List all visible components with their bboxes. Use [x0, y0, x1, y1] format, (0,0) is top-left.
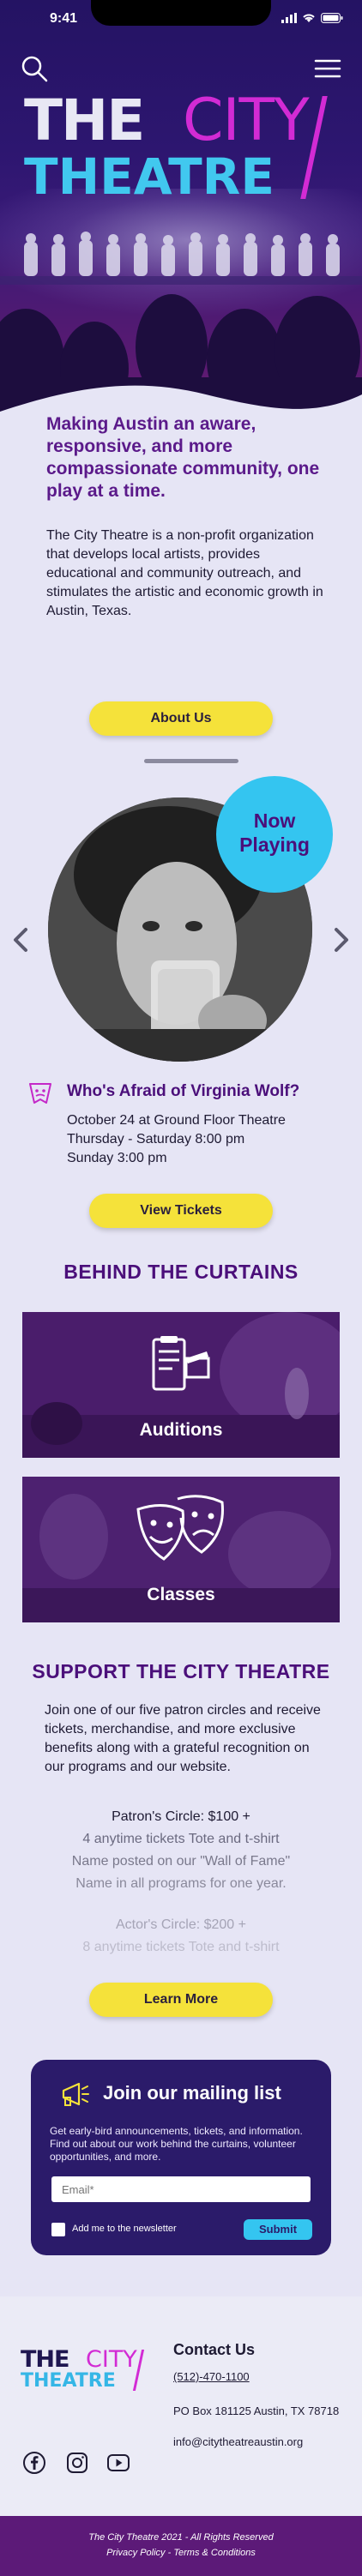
legal-links[interactable]: Privacy Policy - Terms & Conditions [0, 2545, 362, 2561]
phone-link[interactable]: (512)-470-1100 [173, 2370, 250, 2383]
submit-button[interactable]: Submit [244, 2219, 312, 2240]
search-icon[interactable] [19, 53, 50, 84]
signal-icon [281, 13, 297, 23]
megaphone-icon [62, 2082, 89, 2106]
instagram-icon[interactable] [65, 2451, 89, 2475]
auditions-label: Auditions [139, 1420, 223, 1440]
patron-circle-benefit: 4 anytime tickets Tote and t-shirt [82, 1832, 280, 1846]
learn-more-button[interactable]: Learn More [89, 1983, 273, 2017]
status-bar: 9:41 [0, 0, 362, 39]
youtube-icon[interactable] [106, 2451, 130, 2475]
now-playing-line2: Playing [239, 834, 310, 856]
support-text: Join one of our five patron circles and … [45, 1703, 321, 1774]
chevron-left-icon[interactable] [5, 924, 36, 955]
now-playing-badge: Now Playing [216, 776, 333, 893]
show-title: Who's Afraid of Virginia Wolf? [67, 1082, 300, 1100]
email-link[interactable]: info@citytheatreaustin.org [173, 2435, 303, 2448]
classes-label: Classes [147, 1585, 215, 1604]
about-us-button[interactable]: About Us [89, 701, 273, 736]
show-detail-weekdays: Thursday - Saturday 8:00 pm [67, 1132, 245, 1147]
mission-heading: Making Austin an aware, responsive, and … [46, 414, 320, 501]
mailing-list-box: Join our mailing list Get early-bird ann… [31, 2060, 331, 2255]
status-time: 9:41 [50, 11, 78, 26]
logo-the: THE [24, 87, 145, 153]
support-title: SUPPORT THE CITY THEATRE [32, 1660, 330, 1682]
patron-circles-list: Patron's Circle: $100 + 4 anytime ticket… [26, 1806, 336, 1959]
copyright-text: The City Theatre 2021 - All Rights Reser… [88, 2532, 274, 2543]
actor-circle-name: Actor's Circle: $200 + [115, 1917, 246, 1932]
newsletter-checkbox[interactable] [51, 2223, 65, 2236]
classes-card[interactable]: Classes [22, 1477, 340, 1622]
wifi-icon [303, 14, 315, 22]
copyright-bar: The City Theatre 2021 - All Rights Reser… [0, 2516, 362, 2576]
theatre-masks-icon [136, 1495, 224, 1561]
city-theatre-logo[interactable]: THE CITY THEATRE [24, 87, 350, 213]
chevron-right-icon[interactable] [326, 924, 357, 955]
hero-banner: 9:41 THE CITY THEATRE [0, 0, 362, 429]
auditions-card[interactable]: Auditions [22, 1312, 340, 1458]
mission-text: The City Theatre is a non-profit organiz… [46, 528, 323, 618]
show-details: October 24 at Ground Floor Theatre Thurs… [67, 1111, 286, 1168]
footer-logo-the: THE [21, 2346, 69, 2373]
mailing-list-text: Get early-bird announcements, tickets, a… [50, 2125, 303, 2163]
patron-circle-name: Patron's Circle: $100 + [112, 1809, 250, 1824]
hamburger-menu-icon[interactable] [312, 53, 343, 84]
section-divider [144, 759, 238, 763]
patron-circle-benefit: Name posted on our "Wall of Fame" [71, 1854, 291, 1869]
now-playing-line1: Now [253, 810, 296, 832]
footer-logo-city: CITY [86, 2346, 137, 2373]
actor-circle-benefit: 8 anytime tickets Tote and t-shirt [82, 1940, 280, 1954]
show-detail-sunday: Sunday 3:00 pm [67, 1151, 167, 1165]
contact-title: Contact Us [173, 2341, 256, 2358]
email-field[interactable] [51, 2176, 311, 2202]
mailing-list-title: Join our mailing list [103, 2082, 281, 2104]
battery-icon [321, 13, 343, 23]
show-detail-date: October 24 at Ground Floor Theatre [67, 1113, 286, 1128]
footer-logo[interactable]: THE CITY THEATRE [21, 2348, 149, 2396]
logo-theatre: THEATRE [24, 147, 275, 206]
logo-city: CITY [183, 87, 310, 154]
mailing-address: PO Box 181125 Austin, TX 78718 [173, 2404, 340, 2417]
footer-logo-theatre: THEATRE [21, 2370, 116, 2392]
newsletter-checkbox-label: Add me to the newsletter [72, 2224, 177, 2234]
curtains-title: BEHIND THE CURTAINS [63, 1261, 299, 1283]
patron-circle-benefit: Name in all programs for one year. [75, 1876, 287, 1891]
status-icons [281, 13, 343, 23]
view-tickets-button[interactable]: View Tickets [89, 1194, 273, 1228]
facebook-icon[interactable] [22, 2451, 46, 2475]
device-notch [91, 0, 271, 26]
drama-mask-icon [29, 1083, 51, 1104]
clipboard-clapper-icon [152, 1336, 210, 1391]
